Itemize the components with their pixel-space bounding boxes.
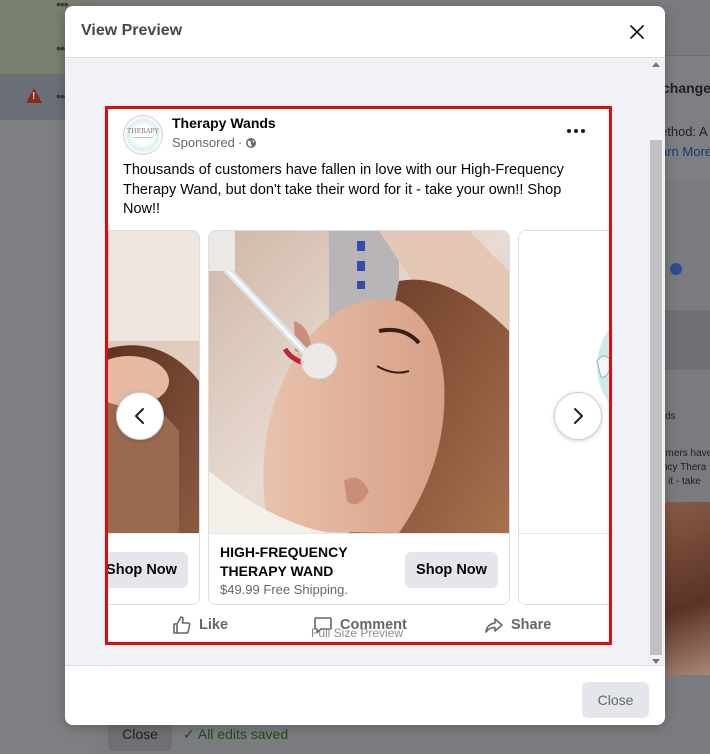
more-horizontal-icon	[567, 129, 571, 133]
card-footer	[519, 533, 609, 604]
warning-icon: !	[26, 88, 42, 103]
background-text: omers have	[660, 448, 710, 459]
card-description: $49.99 Free Shipping.	[220, 582, 348, 597]
page-name[interactable]: Therapy Wands	[172, 115, 276, 131]
background-thumbnail	[662, 502, 710, 675]
separator: ·	[237, 135, 243, 150]
close-button[interactable]: Close	[582, 682, 649, 718]
card-footer: Shop Now	[108, 533, 199, 604]
view-preview-modal: View Preview THERAPY Therapy Wands Spons…	[65, 6, 665, 725]
card-footer: HIGH-FREQUENCY THERAPY WAND $49.99 Free …	[209, 533, 509, 604]
background-text: ethod: A	[660, 124, 708, 139]
background-text: r it - take	[662, 476, 701, 487]
scroll-down-icon[interactable]	[652, 659, 660, 664]
modal-scrollbar[interactable]	[649, 58, 663, 670]
modal-body: THERAPY Therapy Wands Sponsored · Thousa…	[65, 58, 665, 670]
carousel-next-button[interactable]	[554, 392, 602, 440]
modal-close-button[interactable]	[623, 18, 651, 46]
chevron-left-icon	[135, 408, 144, 424]
saved-status-text: All edits saved	[197, 726, 289, 742]
full-size-preview-label: Full Size Preview	[310, 626, 404, 640]
more-horizontal-icon-dot	[581, 129, 585, 133]
scroll-thumb[interactable]	[650, 140, 662, 655]
page-avatar[interactable]: THERAPY	[123, 115, 163, 155]
more-horizontal-icon-dot	[574, 129, 578, 133]
background-text: ncy Thera	[662, 462, 707, 473]
modal-title: View Preview	[81, 22, 183, 39]
card-image	[519, 231, 609, 533]
ad-primary-text: Thousands of customers have fallen in lo…	[123, 162, 564, 217]
saved-status: ✓ All edits saved	[183, 726, 288, 743]
logo-text: THERAPY	[127, 128, 159, 135]
sponsored-label: Sponsored	[172, 135, 235, 150]
card-headline: HIGH-FREQUENCY THERAPY WAND	[220, 544, 348, 579]
background-text: ds	[665, 411, 676, 422]
logo-icon	[127, 119, 159, 151]
card-image	[209, 231, 509, 533]
ad-carousel: Shop Now HIGH-FREQUENCY THERAPY WAND $49…	[108, 230, 609, 606]
close-icon	[630, 25, 644, 39]
more-options-button[interactable]	[563, 119, 589, 143]
shop-now-button[interactable]: Shop Now	[405, 552, 498, 588]
shop-now-button[interactable]: Shop Now	[108, 552, 188, 588]
chevron-right-icon	[574, 408, 583, 424]
carousel-card[interactable]: HIGH-FREQUENCY THERAPY WAND $49.99 Free …	[208, 230, 510, 605]
carousel-prev-button[interactable]	[116, 392, 164, 440]
globe-icon	[246, 137, 257, 148]
modal-footer: Close	[65, 665, 665, 725]
background-text: changes	[662, 80, 710, 96]
sponsored-row: Sponsored ·	[172, 135, 257, 150]
ad-preview: THERAPY Therapy Wands Sponsored · Thousa…	[105, 106, 612, 645]
scroll-up-icon[interactable]	[652, 62, 660, 67]
radio-icon	[670, 263, 682, 275]
card-image	[108, 231, 199, 533]
checkmark-icon: ✓	[183, 726, 195, 742]
background-link: arn More	[660, 144, 710, 159]
modal-header: View Preview	[65, 6, 665, 58]
logo-divider	[133, 137, 153, 138]
